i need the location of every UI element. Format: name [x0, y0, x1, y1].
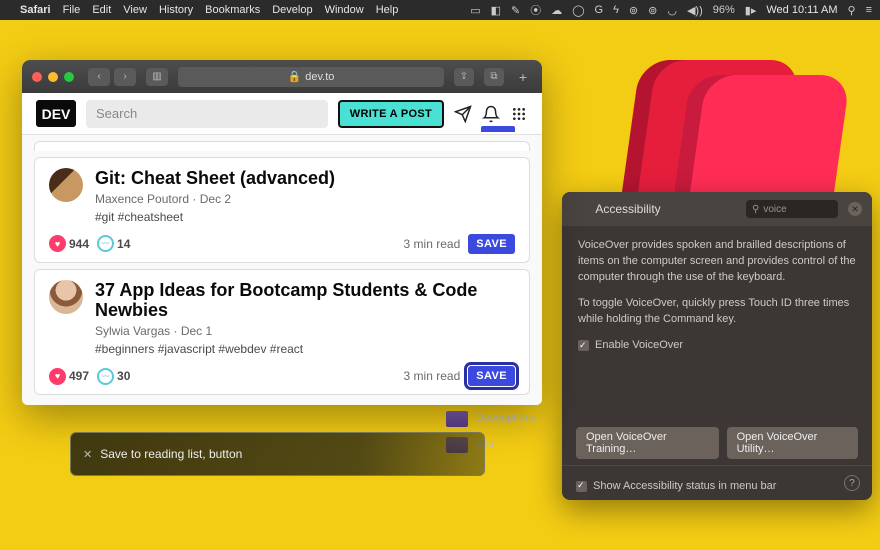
comment-icon[interactable]	[97, 235, 114, 252]
a11y-titlebar: Accessibility ⚲ voice ✕	[562, 192, 872, 226]
article-date: Dec 2	[200, 192, 231, 206]
open-training-button[interactable]: Open VoiceOver Training…	[576, 427, 719, 459]
article-tags[interactable]: #beginners #javascript #webdev #react	[95, 342, 515, 356]
reaction-count: 497	[69, 369, 89, 383]
enable-voiceover-label: Enable VoiceOver	[595, 338, 683, 354]
battery-percent[interactable]: 96%	[713, 4, 735, 16]
read-time: 3 min read	[404, 237, 461, 251]
comment-count: 14	[117, 237, 130, 251]
accessibility-status-icon[interactable]: ⊚	[629, 4, 638, 17]
a11y-toggle-hint: To toggle VoiceOver, quickly press Touch…	[578, 296, 856, 328]
save-button[interactable]	[481, 126, 515, 132]
menu-window[interactable]: Window	[325, 4, 364, 16]
sidebar-button[interactable]: ▥	[146, 68, 168, 86]
checkbox-icon	[578, 340, 589, 351]
menu-icon[interactable]: ≡	[866, 4, 872, 16]
menu-grid-icon[interactable]	[510, 106, 528, 122]
help-button[interactable]: ?	[844, 475, 860, 491]
forward-button[interactable]: ›	[114, 68, 136, 86]
menu-develop[interactable]: Develop	[272, 4, 312, 16]
wifi-icon[interactable]: ⊚	[648, 4, 657, 17]
share-button[interactable]: ⇪	[454, 68, 474, 86]
url-host: dev.to	[305, 71, 334, 83]
traffic-lights[interactable]	[32, 72, 74, 82]
status-icon[interactable]: ◯	[572, 4, 584, 17]
status-icon[interactable]: ▭	[470, 4, 480, 17]
show-status-label: Show Accessibility status in menu bar	[593, 480, 776, 492]
clear-search-icon[interactable]: ✕	[848, 202, 862, 216]
comment-count: 30	[117, 369, 130, 383]
tabs-button[interactable]: ⧉	[484, 68, 504, 86]
close-icon[interactable]: ✕	[83, 448, 92, 461]
menu-help[interactable]: Help	[376, 4, 399, 16]
macos-menubar: Safari File Edit View History Bookmarks …	[0, 0, 880, 20]
accessibility-window: Accessibility ⚲ voice ✕ VoiceOver provid…	[562, 192, 872, 500]
status-icon[interactable]: ⦿	[530, 2, 541, 18]
status-icon[interactable]: ◧	[491, 4, 501, 17]
lock-icon: 🔒	[288, 70, 302, 83]
volume-icon[interactable]: ◀))	[687, 4, 703, 17]
dev-header: DEV Search WRITE A POST	[22, 93, 542, 135]
wifi-icon[interactable]: ◡	[667, 4, 677, 17]
article-date: Dec 1	[181, 324, 212, 338]
menubar-app[interactable]: Safari	[20, 4, 51, 16]
connect-icon[interactable]	[454, 105, 472, 123]
cloud-icon[interactable]: ☁	[551, 4, 562, 17]
search-value: voice	[763, 204, 786, 215]
spotlight-icon[interactable]: ⚲	[848, 4, 856, 17]
write-post-button[interactable]: WRITE A POST	[338, 100, 444, 128]
save-button[interactable]: SAVE	[468, 234, 515, 254]
menu-view[interactable]: View	[123, 4, 147, 16]
enable-voiceover-checkbox[interactable]: Enable VoiceOver	[578, 338, 856, 354]
dev-logo[interactable]: DEV	[36, 100, 76, 127]
read-time: 3 min read	[404, 369, 461, 383]
article-title[interactable]: Git: Cheat Sheet (advanced)	[95, 168, 515, 189]
menu-bookmarks[interactable]: Bookmarks	[205, 4, 260, 16]
author-avatar[interactable]	[49, 280, 83, 314]
safari-toolbar: ‹ › ▥ 🔒 dev.to ⇪ ⧉ +	[22, 60, 542, 93]
notifications-icon[interactable]	[482, 105, 500, 123]
author-avatar[interactable]	[49, 168, 83, 202]
back-button[interactable]: ‹	[88, 68, 110, 86]
article-tags[interactable]: #git #cheatsheet	[95, 210, 515, 224]
evernote-icon[interactable]: ✎	[511, 4, 520, 17]
battery-icon[interactable]: ▮▸	[745, 4, 757, 17]
address-bar[interactable]: 🔒 dev.to	[178, 67, 444, 87]
comment-icon[interactable]	[97, 368, 114, 385]
voiceover-caption: ✕ Save to reading list, button	[70, 432, 485, 476]
safari-content: DEV Search WRITE A POST Git: Cheat Sheet…	[22, 93, 542, 405]
author-name[interactable]: Maxence Poutord	[95, 192, 189, 206]
article-card[interactable]: Git: Cheat Sheet (advanced) Maxence Pout…	[34, 157, 530, 263]
menu-history[interactable]: History	[159, 4, 193, 16]
menu-edit[interactable]: Edit	[92, 4, 111, 16]
show-status-checkbox[interactable]: Show Accessibility status in menu bar	[576, 480, 776, 492]
search-input[interactable]: Search	[86, 100, 328, 128]
open-utility-button[interactable]: Open VoiceOver Utility…	[727, 427, 858, 459]
safari-window: ‹ › ▥ 🔒 dev.to ⇪ ⧉ + DEV Search WRITE A …	[22, 60, 542, 405]
status-icon[interactable]: ϟ	[613, 4, 619, 16]
heart-icon[interactable]	[49, 235, 66, 252]
menubar-clock[interactable]: Wed 10:11 AM	[766, 4, 837, 16]
article-card[interactable]: 37 App Ideas for Bootcamp Students & Cod…	[34, 269, 530, 395]
heart-icon[interactable]	[49, 368, 66, 385]
save-button[interactable]: SAVE	[468, 366, 515, 386]
menu-file[interactable]: File	[63, 4, 81, 16]
article-card	[34, 141, 530, 151]
sidebar-item-descriptions[interactable]: Descriptions	[446, 411, 537, 427]
article-title[interactable]: 37 App Ideas for Bootcamp Students & Cod…	[95, 280, 515, 321]
a11y-search-input[interactable]: ⚲ voice	[746, 200, 838, 218]
search-icon: ⚲	[752, 204, 759, 215]
a11y-description: VoiceOver provides spoken and brailled d…	[578, 238, 856, 286]
voiceover-caption-text: Save to reading list, button	[100, 447, 242, 461]
reaction-count: 944	[69, 237, 89, 251]
status-icon[interactable]: G	[595, 4, 604, 16]
author-name[interactable]: Sylwia Vargas	[95, 324, 170, 338]
search-placeholder: Search	[96, 106, 137, 121]
new-tab-button[interactable]: +	[514, 69, 532, 85]
window-title: Accessibility	[520, 202, 736, 216]
checkbox-icon	[576, 481, 587, 492]
feed: Git: Cheat Sheet (advanced) Maxence Pout…	[22, 135, 542, 405]
